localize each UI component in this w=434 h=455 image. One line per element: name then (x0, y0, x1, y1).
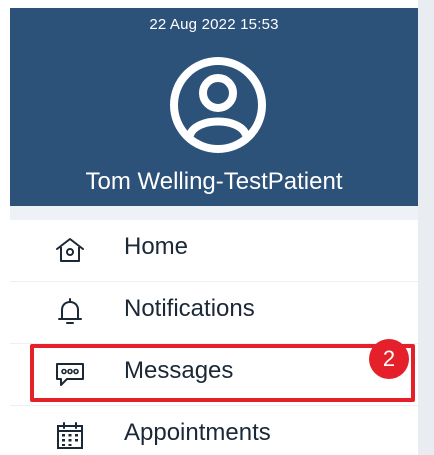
home-icon (54, 234, 86, 266)
menu-item-home[interactable]: Home (10, 220, 418, 282)
unread-messages-badge: 2 (369, 339, 409, 379)
user-circle-icon[interactable] (168, 55, 268, 155)
timestamp: 22 Aug 2022 15:53 (149, 16, 279, 33)
side-menu: Home Notifications Messages Appointments (10, 220, 418, 455)
messages-highlight-box (30, 344, 415, 402)
menu-item-appointments[interactable]: Appointments (10, 406, 418, 455)
menu-item-notifications[interactable]: Notifications (10, 282, 418, 344)
edge-strip (418, 0, 434, 455)
menu-item-label: Home (124, 233, 189, 260)
user-name: Tom Welling-TestPatient (85, 168, 343, 195)
section-divider (10, 206, 418, 220)
bell-icon (54, 296, 86, 328)
menu-item-label: Notifications (124, 295, 255, 322)
app-screen: 22 Aug 2022 15:53 Tom Welling-TestPatien… (0, 0, 434, 455)
profile-header: 22 Aug 2022 15:53 Tom Welling-TestPatien… (10, 8, 418, 206)
menu-item-label: Appointments (124, 419, 271, 446)
calendar-icon (54, 420, 86, 452)
